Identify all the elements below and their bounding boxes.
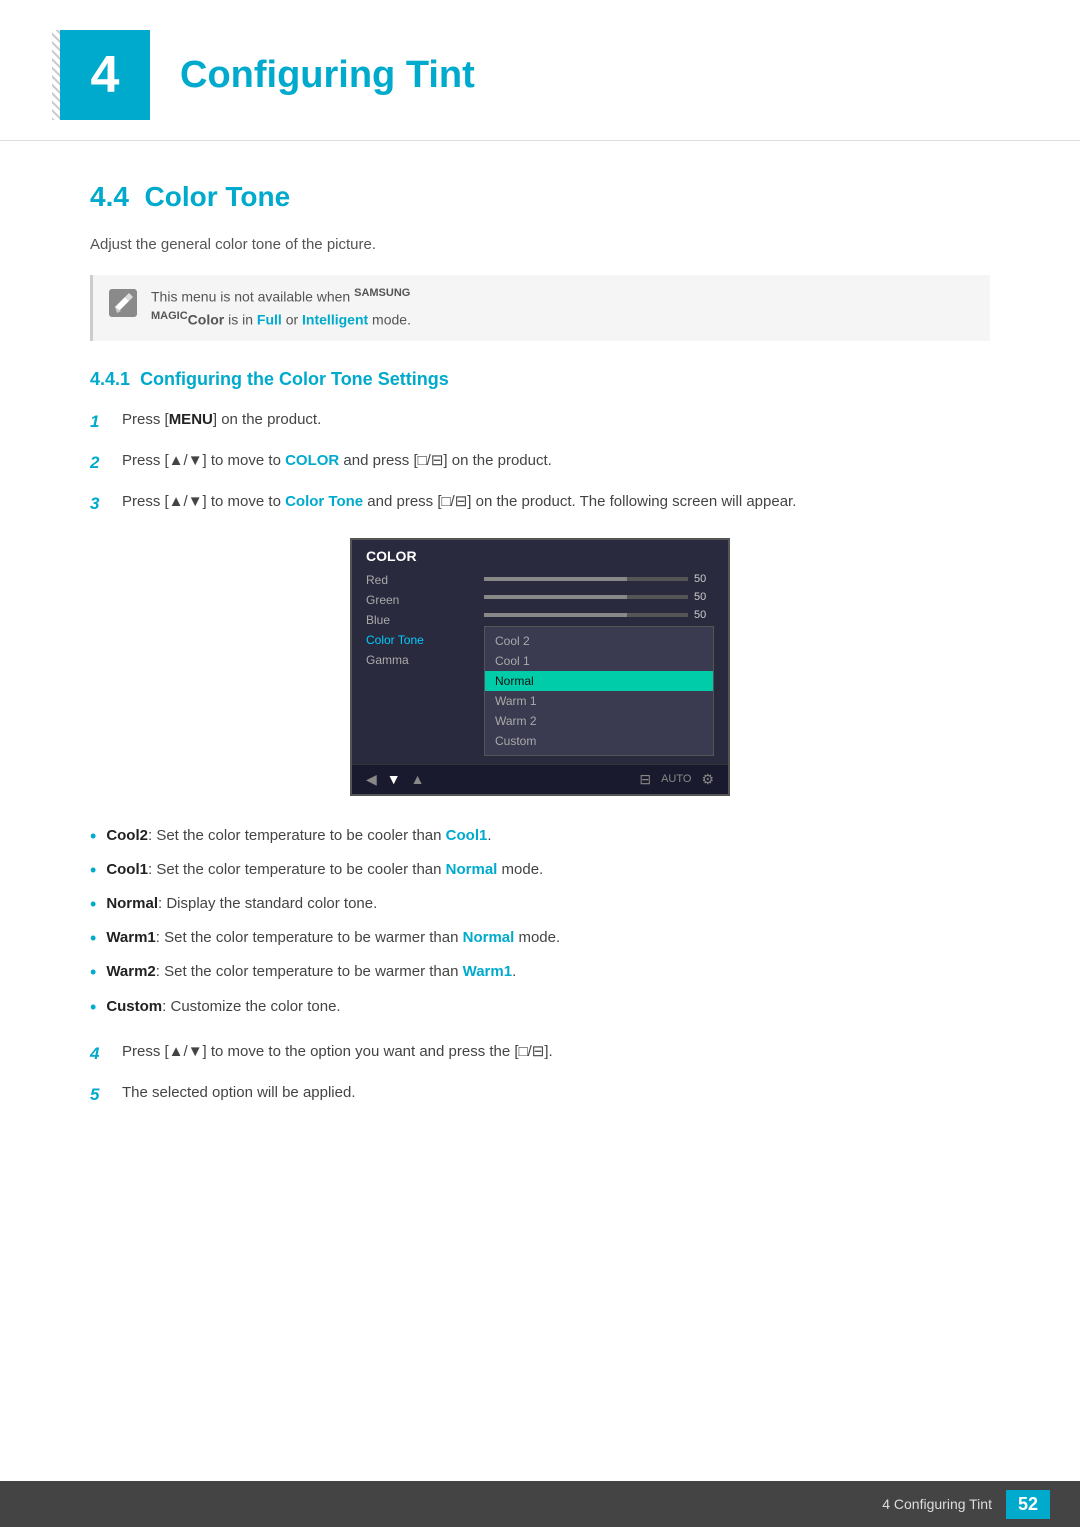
bullet-normal: • Normal: Display the standard color ton… bbox=[90, 892, 990, 917]
tone-custom: Custom bbox=[485, 731, 713, 751]
note-box: This menu is not available when SAMSUNGM… bbox=[90, 275, 990, 341]
steps-list-2: 4 Press [▲/▼] to move to the option you … bbox=[90, 1040, 990, 1108]
tone-warm1: Warm 1 bbox=[485, 691, 713, 711]
chapter-number: 4 bbox=[60, 30, 150, 120]
menu-left: Red Green Blue Color Tone Gamma bbox=[366, 570, 476, 756]
screen-container: COLOR Red Green Blue bbox=[90, 538, 990, 796]
monitor-menu: COLOR Red Green Blue bbox=[352, 540, 728, 764]
section-heading: 4.4 Color Tone bbox=[90, 181, 990, 213]
bottom-icons: ◀ ▼ ▲ bbox=[366, 771, 425, 788]
bullet-cool1: • Cool1: Set the color temperature to be… bbox=[90, 858, 990, 883]
page-number: 52 bbox=[1006, 1490, 1050, 1519]
menu-row-colortone: Color Tone bbox=[366, 630, 476, 650]
footer-text: 4 Configuring Tint bbox=[882, 1496, 992, 1512]
menu-rows: Red Green Blue Color Tone Gamma bbox=[366, 570, 714, 756]
chapter-title: Configuring Tint bbox=[180, 54, 475, 97]
menu-row-red: Red bbox=[366, 570, 476, 590]
slider-green: 50 bbox=[484, 588, 714, 606]
step-1: 1 Press [MENU] on the product. bbox=[90, 408, 990, 435]
bullet-list: • Cool2: Set the color temperature to be… bbox=[90, 824, 990, 1020]
main-content: 4.4 Color Tone Adjust the general color … bbox=[0, 171, 1080, 1208]
step-5: 5 The selected option will be applied. bbox=[90, 1081, 990, 1108]
tone-warm2: Warm 2 bbox=[485, 711, 713, 731]
icon-up: ▲ bbox=[411, 771, 425, 787]
bottom-right-icons: ⊟ AUTO ⚙ bbox=[639, 771, 714, 788]
menu-title: COLOR bbox=[366, 548, 714, 564]
note-text: This menu is not available when SAMSUNGM… bbox=[151, 285, 411, 331]
note-icon bbox=[107, 287, 139, 319]
tone-cool2: Cool 2 bbox=[485, 631, 713, 651]
menu-right: 50 50 50 bbox=[476, 570, 714, 756]
steps-list: 1 Press [MENU] on the product. 2 Press [… bbox=[90, 408, 990, 518]
icon-left: ◀ bbox=[366, 771, 377, 788]
page-footer: 4 Configuring Tint 52 bbox=[0, 1481, 1080, 1527]
step-2: 2 Press [▲/▼] to move to COLOR and press… bbox=[90, 449, 990, 476]
tone-normal: Normal bbox=[485, 671, 713, 691]
subsection-heading: 4.4.1 Configuring the Color Tone Setting… bbox=[90, 369, 990, 390]
menu-row-gamma: Gamma bbox=[366, 650, 476, 670]
slider-blue: 50 bbox=[484, 606, 714, 624]
step-3: 3 Press [▲/▼] to move to Color Tone and … bbox=[90, 490, 990, 517]
menu-row-blue: Blue bbox=[366, 610, 476, 630]
tone-dropdown: Cool 2 Cool 1 Normal Warm 1 Warm 2 Custo… bbox=[484, 626, 714, 756]
icon-settings: ⚙ bbox=[701, 771, 714, 788]
slider-red: 50 bbox=[484, 570, 714, 588]
icon-enter: ⊟ bbox=[639, 771, 651, 788]
bullet-cool2: • Cool2: Set the color temperature to be… bbox=[90, 824, 990, 849]
bullet-warm2: • Warm2: Set the color temperature to be… bbox=[90, 960, 990, 985]
step-4: 4 Press [▲/▼] to move to the option you … bbox=[90, 1040, 990, 1067]
bullet-custom: • Custom: Customize the color tone. bbox=[90, 995, 990, 1020]
tone-cool1: Cool 1 bbox=[485, 651, 713, 671]
menu-row-green: Green bbox=[366, 590, 476, 610]
monitor-screen: COLOR Red Green Blue bbox=[350, 538, 730, 796]
screen-bottom-bar: ◀ ▼ ▲ ⊟ AUTO ⚙ bbox=[352, 764, 728, 794]
chapter-header: 4 Configuring Tint bbox=[0, 0, 1080, 141]
icon-down: ▼ bbox=[387, 771, 401, 787]
auto-label: AUTO bbox=[661, 773, 691, 785]
section-description: Adjust the general color tone of the pic… bbox=[90, 233, 990, 257]
bullet-warm1: • Warm1: Set the color temperature to be… bbox=[90, 926, 990, 951]
